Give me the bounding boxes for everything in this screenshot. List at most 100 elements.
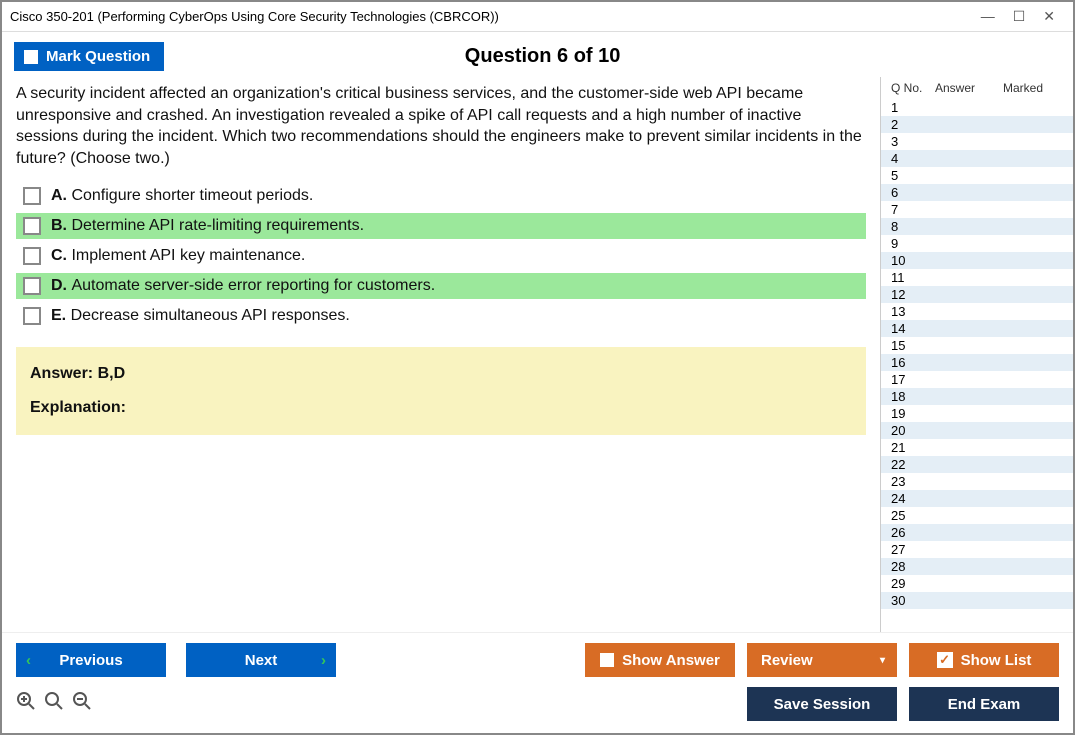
chevron-left-icon: ‹ [26, 652, 31, 669]
mark-question-button[interactable]: Mark Question [14, 42, 164, 71]
question-list-row[interactable]: 29 [881, 575, 1073, 592]
question-list-row[interactable]: 18 [881, 388, 1073, 405]
question-list-row[interactable]: 22 [881, 456, 1073, 473]
question-number: 25 [891, 508, 935, 523]
question-number: 12 [891, 287, 935, 302]
question-number: 2 [891, 117, 935, 132]
question-number: 4 [891, 151, 935, 166]
zoom-reset-icon[interactable] [44, 691, 64, 717]
show-answer-button[interactable]: Show Answer [585, 643, 735, 677]
header-row: Mark Question Question 6 of 10 [2, 32, 1073, 77]
option-row[interactable]: D. Automate server-side error reporting … [16, 273, 866, 299]
question-list-row[interactable]: 8 [881, 218, 1073, 235]
mark-question-label: Mark Question [46, 48, 150, 65]
save-session-button[interactable]: Save Session [747, 687, 897, 721]
option-row[interactable]: B. Determine API rate-limiting requireme… [16, 213, 866, 239]
question-list-row[interactable]: 12 [881, 286, 1073, 303]
question-list-row[interactable]: 3 [881, 133, 1073, 150]
footer-row-2: Save Session End Exam [16, 687, 1059, 721]
question-list-row[interactable]: 6 [881, 184, 1073, 201]
question-number: 29 [891, 576, 935, 591]
question-list-row[interactable]: 10 [881, 252, 1073, 269]
question-number: 27 [891, 542, 935, 557]
close-icon[interactable]: ✕ [1043, 8, 1055, 25]
question-list-row[interactable]: 16 [881, 354, 1073, 371]
zoom-in-icon[interactable] [16, 691, 36, 717]
option-label: E. Decrease simultaneous API responses. [51, 307, 350, 325]
option-checkbox[interactable] [23, 217, 41, 235]
question-list-row[interactable]: 15 [881, 337, 1073, 354]
maximize-icon[interactable]: ☐ [1013, 8, 1026, 25]
option-label: B. Determine API rate-limiting requireme… [51, 217, 364, 235]
question-list-row[interactable]: 7 [881, 201, 1073, 218]
header-answer: Answer [935, 81, 1003, 95]
question-list-row[interactable]: 2 [881, 116, 1073, 133]
titlebar: Cisco 350-201 (Performing CyberOps Using… [2, 2, 1073, 32]
footer: ‹ Previous Next › Show Answer Review ▾ ✓… [2, 632, 1073, 733]
answer-value: B,D [98, 365, 126, 382]
question-list-row[interactable]: 13 [881, 303, 1073, 320]
question-list-row[interactable]: 11 [881, 269, 1073, 286]
question-list-row[interactable]: 20 [881, 422, 1073, 439]
show-answer-checkbox-icon [600, 653, 614, 667]
question-text: A security incident affected an organiza… [16, 83, 866, 169]
previous-button[interactable]: ‹ Previous [16, 643, 166, 677]
option-row[interactable]: E. Decrease simultaneous API responses. [16, 303, 866, 329]
question-list[interactable]: 1234567891011121314151617181920212223242… [881, 99, 1073, 632]
zoom-out-icon[interactable] [72, 691, 92, 717]
review-button[interactable]: Review ▾ [747, 643, 897, 677]
question-number: 6 [891, 185, 935, 200]
header-marked: Marked [1003, 81, 1067, 95]
question-number: 23 [891, 474, 935, 489]
question-list-row[interactable]: 4 [881, 150, 1073, 167]
option-row[interactable]: C. Implement API key maintenance. [16, 243, 866, 269]
option-label: C. Implement API key maintenance. [51, 247, 305, 265]
question-list-row[interactable]: 19 [881, 405, 1073, 422]
question-list-row[interactable]: 27 [881, 541, 1073, 558]
option-checkbox[interactable] [23, 277, 41, 295]
question-number: 8 [891, 219, 935, 234]
option-label: A. Configure shorter timeout periods. [51, 187, 313, 205]
question-number: 9 [891, 236, 935, 251]
chevron-right-icon: › [321, 652, 326, 669]
option-checkbox[interactable] [23, 307, 41, 325]
question-list-row[interactable]: 26 [881, 524, 1073, 541]
question-list-row[interactable]: 14 [881, 320, 1073, 337]
question-number: 5 [891, 168, 935, 183]
question-list-row[interactable]: 9 [881, 235, 1073, 252]
window-title: Cisco 350-201 (Performing CyberOps Using… [10, 9, 981, 24]
question-number: 24 [891, 491, 935, 506]
question-list-row[interactable]: 23 [881, 473, 1073, 490]
show-list-button[interactable]: ✓ Show List [909, 643, 1059, 677]
question-list-row[interactable]: 24 [881, 490, 1073, 507]
question-number: 26 [891, 525, 935, 540]
show-list-check-icon: ✓ [937, 652, 953, 668]
question-list-row[interactable]: 17 [881, 371, 1073, 388]
question-number: 16 [891, 355, 935, 370]
option-checkbox[interactable] [23, 187, 41, 205]
question-list-row[interactable]: 5 [881, 167, 1073, 184]
minimize-icon[interactable]: — [981, 8, 995, 25]
question-number: 21 [891, 440, 935, 455]
explanation-label: Explanation: [30, 399, 852, 417]
question-number: 18 [891, 389, 935, 404]
option-row[interactable]: A. Configure shorter timeout periods. [16, 183, 866, 209]
question-list-row[interactable]: 28 [881, 558, 1073, 575]
question-number: 19 [891, 406, 935, 421]
content-row: A security incident affected an organiza… [2, 77, 1073, 632]
question-number: 17 [891, 372, 935, 387]
question-list-row[interactable]: 25 [881, 507, 1073, 524]
answer-explanation-box: Answer: B,D Explanation: [16, 347, 866, 435]
end-exam-label: End Exam [948, 696, 1021, 713]
option-checkbox[interactable] [23, 247, 41, 265]
option-label: D. Automate server-side error reporting … [51, 277, 435, 295]
question-number: 11 [891, 270, 935, 285]
next-button[interactable]: Next › [186, 643, 336, 677]
question-list-row[interactable]: 21 [881, 439, 1073, 456]
question-list-row[interactable]: 30 [881, 592, 1073, 609]
end-exam-button[interactable]: End Exam [909, 687, 1059, 721]
show-answer-label: Show Answer [622, 652, 720, 669]
question-list-row[interactable]: 1 [881, 99, 1073, 116]
header-qno: Q No. [891, 81, 935, 95]
question-number: 22 [891, 457, 935, 472]
